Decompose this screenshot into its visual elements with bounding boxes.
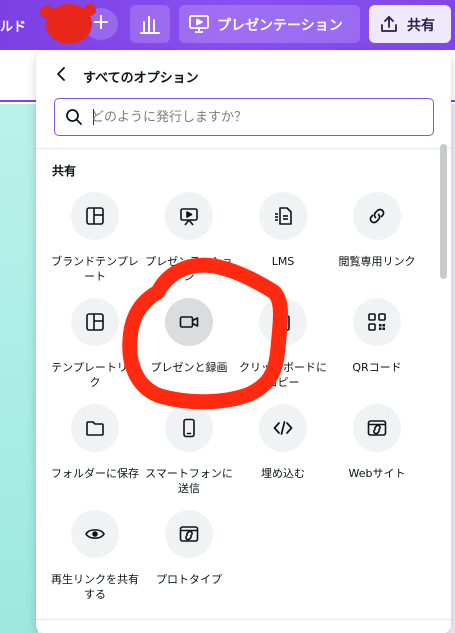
option-label: LMS bbox=[271, 255, 295, 268]
back-arrow-icon[interactable] bbox=[54, 66, 70, 82]
option-label: フォルダーに保存 bbox=[51, 467, 139, 480]
divider bbox=[36, 148, 451, 149]
present-icon bbox=[189, 15, 209, 33]
option-label: 埋め込む bbox=[261, 467, 305, 480]
option-label: ブランドテンプレート bbox=[51, 255, 139, 283]
panel-title: すべてのオプション bbox=[83, 71, 199, 86]
top-toolbar: ルド + プレゼンテーション 共有 bbox=[0, 0, 455, 50]
folder-icon bbox=[86, 421, 104, 436]
option-label: QRコード bbox=[352, 361, 402, 374]
prototype-icon bbox=[179, 526, 199, 542]
scrollbar[interactable] bbox=[440, 144, 448, 633]
bar-chart-icon bbox=[140, 16, 160, 34]
presentation-icon bbox=[180, 208, 198, 226]
qr-code-icon bbox=[368, 313, 386, 331]
lms-icon bbox=[275, 207, 292, 225]
link-icon bbox=[369, 208, 385, 224]
option-label: プレゼンテーション bbox=[145, 255, 233, 283]
share-options-panel: すべてのオプション 共有 ブランドテンプレート bbox=[36, 52, 451, 633]
website-icon bbox=[367, 420, 387, 436]
panel-bottom-divider bbox=[36, 619, 451, 620]
analytics-button[interactable] bbox=[130, 5, 170, 43]
present-label: プレゼンテーション bbox=[217, 18, 343, 34]
search-input[interactable] bbox=[91, 105, 421, 129]
eye-icon bbox=[85, 529, 105, 539]
template-icon bbox=[86, 313, 104, 331]
option-label: クリップボードにコピー bbox=[239, 361, 327, 389]
option-label: Webサイト bbox=[348, 467, 406, 480]
search-icon bbox=[66, 109, 82, 125]
option-label: 再生リンクを共有する bbox=[51, 573, 139, 601]
option-label: プロトタイプ bbox=[156, 573, 222, 586]
smartphone-icon bbox=[183, 418, 195, 438]
option-label: テンプレートリンク bbox=[51, 361, 139, 389]
brand-template-icon bbox=[86, 207, 104, 225]
avatar[interactable] bbox=[40, 4, 96, 44]
embed-code-icon bbox=[273, 421, 293, 435]
section-title-share: 共有 bbox=[52, 164, 77, 178]
share-label: 共有 bbox=[407, 18, 435, 34]
search-box[interactable] bbox=[54, 98, 434, 136]
upload-icon bbox=[381, 16, 397, 32]
present-button[interactable]: プレゼンテーション bbox=[179, 5, 360, 43]
share-button[interactable]: 共有 bbox=[369, 5, 451, 43]
option-label: プレゼンと録画 bbox=[150, 361, 228, 374]
video-camera-icon bbox=[179, 316, 199, 328]
design-canvas[interactable] bbox=[0, 104, 38, 633]
toolbar-partial-label[interactable]: ルド bbox=[0, 16, 26, 35]
option-label: 閲覧専用リンク bbox=[338, 255, 416, 268]
option-label: スマートフォンに送信 bbox=[145, 467, 233, 495]
scrollbar-thumb[interactable] bbox=[440, 144, 447, 279]
clipboard-icon bbox=[276, 313, 290, 331]
